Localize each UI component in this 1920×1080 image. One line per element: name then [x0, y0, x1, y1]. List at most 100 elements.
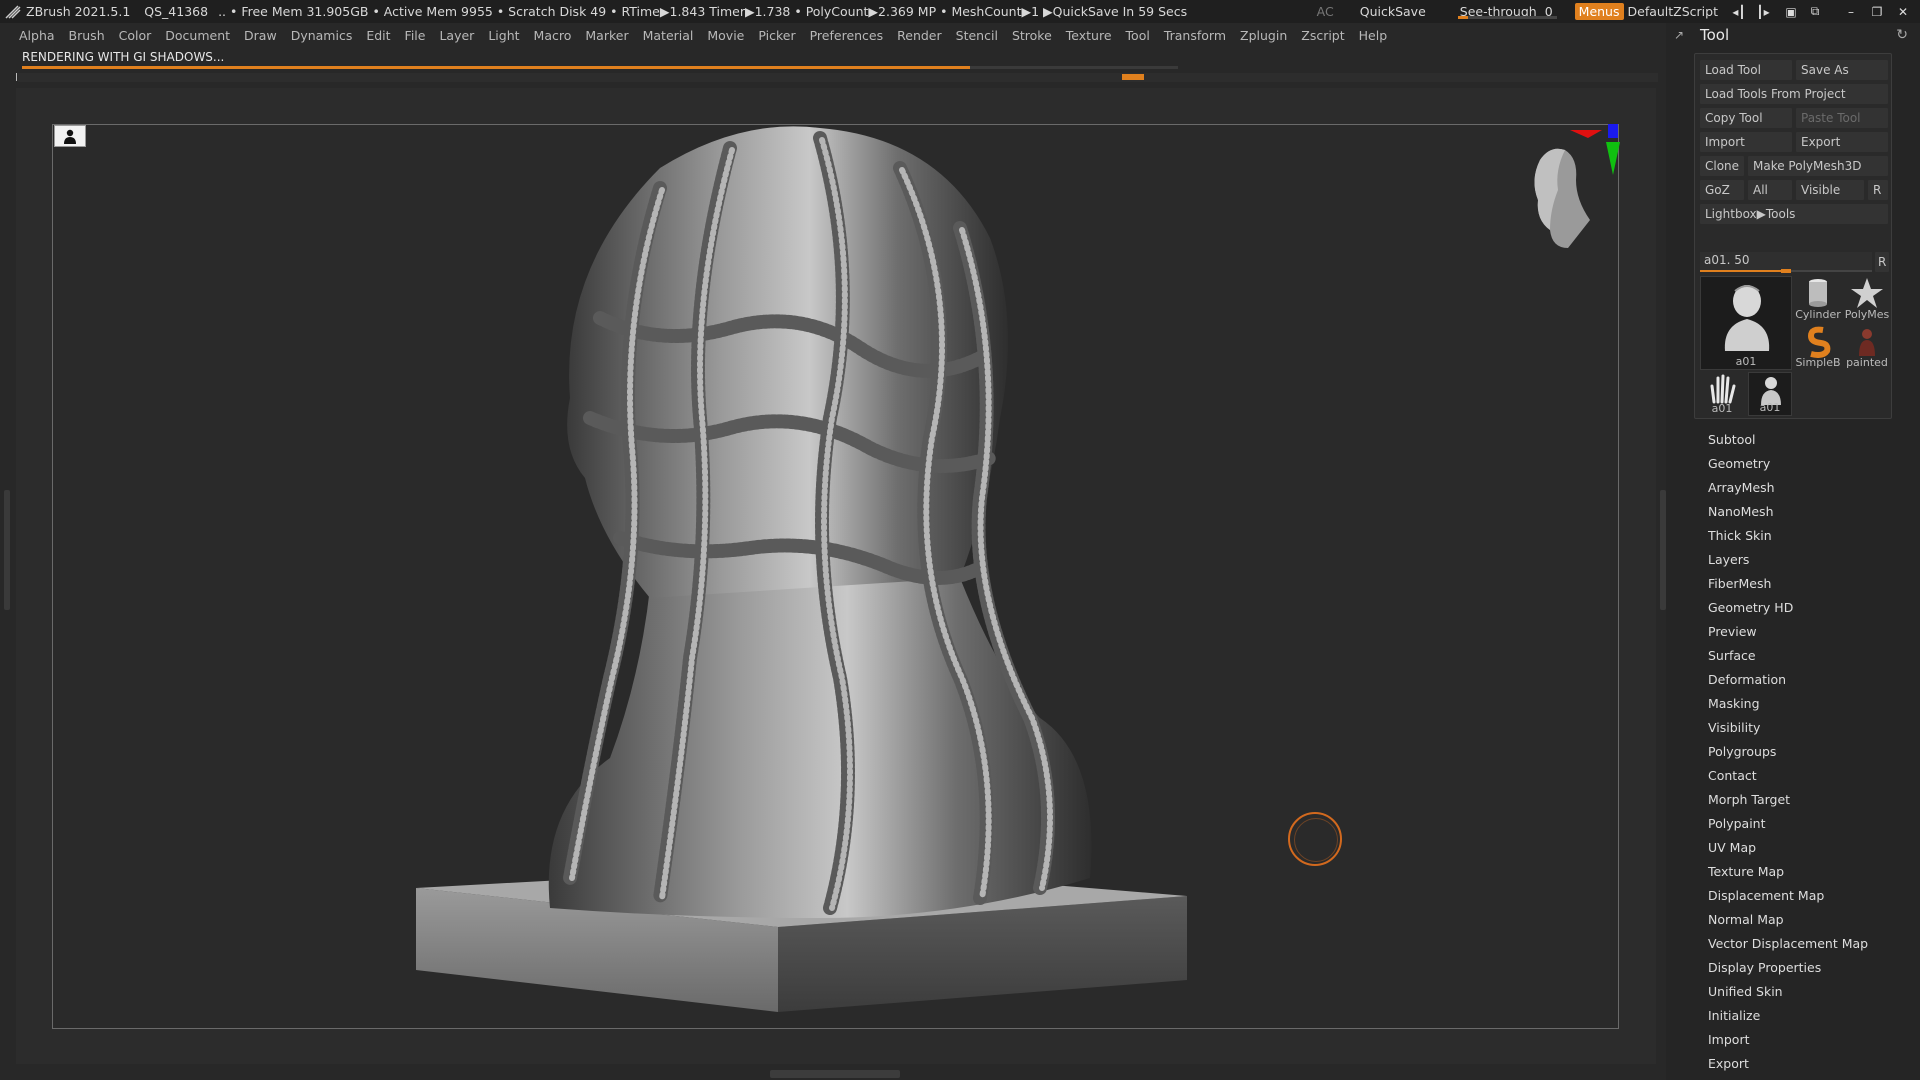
- section-vector-displacement-map[interactable]: Vector Displacement Map: [1708, 932, 1868, 956]
- pin-icon[interactable]: ↗: [1674, 28, 1692, 42]
- bottom-tray-handle[interactable]: [770, 1070, 900, 1078]
- tool-subpalette: Load Tool Save As Load Tools From Projec…: [1694, 53, 1892, 419]
- section-arraymesh[interactable]: ArrayMesh: [1708, 476, 1868, 500]
- menu-tool[interactable]: Tool: [1126, 28, 1150, 43]
- close-icon[interactable]: ✕: [1892, 4, 1914, 20]
- menu-document[interactable]: Document: [165, 28, 230, 43]
- section-surface[interactable]: Surface: [1708, 644, 1868, 668]
- tray-left-icon[interactable]: ◂┃: [1728, 4, 1750, 20]
- section-polygroups[interactable]: Polygroups: [1708, 740, 1868, 764]
- menu-file[interactable]: File: [405, 28, 426, 43]
- menu-help[interactable]: Help: [1359, 28, 1388, 43]
- layout-icon[interactable]: ▣: [1780, 4, 1802, 20]
- tool-thumb-simplebrush[interactable]: SimpleB: [1795, 324, 1841, 370]
- goz-visible-button[interactable]: Visible: [1796, 180, 1864, 200]
- import-button[interactable]: Import: [1700, 132, 1792, 152]
- section-display-properties[interactable]: Display Properties: [1708, 956, 1868, 980]
- section-geometry-hd[interactable]: Geometry HD: [1708, 596, 1868, 620]
- menu-dynamics[interactable]: Dynamics: [291, 28, 353, 43]
- make-polymesh3d-button[interactable]: Make PolyMesh3D: [1748, 156, 1888, 176]
- goz-r-button[interactable]: R: [1868, 180, 1888, 200]
- tray-right-icon[interactable]: ┃▸: [1752, 4, 1774, 20]
- restore-icon[interactable]: ❐: [1866, 4, 1888, 20]
- tool-thumb-cylinder[interactable]: Cylinder: [1795, 276, 1841, 322]
- save-as-button[interactable]: Save As: [1796, 60, 1888, 80]
- menu-movie[interactable]: Movie: [707, 28, 744, 43]
- navigation-gizmo[interactable]: [1510, 120, 1630, 260]
- left-tray-handle[interactable]: [4, 490, 10, 610]
- goz-button[interactable]: GoZ: [1700, 180, 1744, 200]
- menu-stroke[interactable]: Stroke: [1012, 28, 1052, 43]
- section-export[interactable]: Export: [1708, 1052, 1868, 1076]
- menu-zscript[interactable]: Zscript: [1301, 28, 1344, 43]
- tool-thumb-a01-main[interactable]: a01: [1700, 276, 1792, 370]
- section-nanomesh[interactable]: NanoMesh: [1708, 500, 1868, 524]
- section-morph-target[interactable]: Morph Target: [1708, 788, 1868, 812]
- section-masking[interactable]: Masking: [1708, 692, 1868, 716]
- perspective-toggle[interactable]: [54, 125, 86, 147]
- tool-slider[interactable]: a01. 50: [1700, 252, 1872, 273]
- section-normal-map[interactable]: Normal Map: [1708, 908, 1868, 932]
- render-status-text: RENDERING WITH GI SHADOWS...: [22, 50, 225, 64]
- section-texture-map[interactable]: Texture Map: [1708, 860, 1868, 884]
- menu-brush[interactable]: Brush: [69, 28, 105, 43]
- menu-transform[interactable]: Transform: [1164, 28, 1226, 43]
- slider-r-button[interactable]: R: [1875, 252, 1889, 272]
- section-deformation[interactable]: Deformation: [1708, 668, 1868, 692]
- menus-toggle[interactable]: Menus: [1574, 3, 1624, 20]
- menu-alpha[interactable]: Alpha: [19, 28, 55, 43]
- refresh-icon[interactable]: ↻: [1896, 27, 1908, 43]
- section-displacement-map[interactable]: Displacement Map: [1708, 884, 1868, 908]
- paste-tool-button[interactable]: Paste Tool: [1796, 108, 1888, 128]
- section-preview[interactable]: Preview: [1708, 620, 1868, 644]
- tool-thumb-painted[interactable]: painted: [1843, 324, 1891, 370]
- lightbox-tools-button[interactable]: Lightbox▶Tools: [1700, 204, 1888, 224]
- menu-color[interactable]: Color: [119, 28, 152, 43]
- menu-edit[interactable]: Edit: [366, 28, 390, 43]
- minimize-icon[interactable]: –: [1840, 4, 1862, 20]
- tool-thumb-polymesh[interactable]: PolyMes: [1843, 276, 1891, 322]
- tool-thumb-bust-label: a01: [1759, 401, 1781, 414]
- section-subtool[interactable]: Subtool: [1708, 428, 1868, 452]
- menu-preferences[interactable]: Preferences: [810, 28, 884, 43]
- section-layers[interactable]: Layers: [1708, 548, 1868, 572]
- menu-picker[interactable]: Picker: [758, 28, 795, 43]
- menu-texture[interactable]: Texture: [1066, 28, 1112, 43]
- section-import[interactable]: Import: [1708, 1028, 1868, 1052]
- load-tool-button[interactable]: Load Tool: [1700, 60, 1792, 80]
- clone-button[interactable]: Clone: [1700, 156, 1744, 176]
- menu-draw[interactable]: Draw: [244, 28, 277, 43]
- menu-light[interactable]: Light: [488, 28, 519, 43]
- menu-material[interactable]: Material: [643, 28, 694, 43]
- default-zscript-button[interactable]: DefaultZScript: [1628, 4, 1719, 19]
- quicksave-button[interactable]: QuickSave: [1360, 4, 1426, 19]
- menu-marker[interactable]: Marker: [585, 28, 628, 43]
- copy-tool-button[interactable]: Copy Tool: [1700, 108, 1792, 128]
- menu-render[interactable]: Render: [897, 28, 942, 43]
- section-fibermesh[interactable]: FiberMesh: [1708, 572, 1868, 596]
- menu-macro[interactable]: Macro: [534, 28, 572, 43]
- section-contact[interactable]: Contact: [1708, 764, 1868, 788]
- export-button[interactable]: Export: [1796, 132, 1888, 152]
- windows-icon[interactable]: ⧉: [1804, 4, 1826, 20]
- tool-palette: ↗ Tool ↻ Load Tool Save As Load Tools Fr…: [1666, 23, 1920, 1080]
- section-polypaint[interactable]: Polypaint: [1708, 812, 1868, 836]
- sculpt-model[interactable]: [400, 118, 1220, 1018]
- tool-sections-list: Subtool Geometry ArrayMesh NanoMesh Thic…: [1708, 428, 1868, 1076]
- menu-layer[interactable]: Layer: [439, 28, 474, 43]
- tool-thumb-hand[interactable]: a01: [1700, 372, 1744, 416]
- menu-stencil[interactable]: Stencil: [956, 28, 998, 43]
- menu-zplugin[interactable]: Zplugin: [1240, 28, 1287, 43]
- see-through-slider[interactable]: See-through 0: [1452, 4, 1561, 19]
- section-thick-skin[interactable]: Thick Skin: [1708, 524, 1868, 548]
- load-tools-from-project-button[interactable]: Load Tools From Project: [1700, 84, 1888, 104]
- section-unified-skin[interactable]: Unified Skin: [1708, 980, 1868, 1004]
- tool-slider-knob[interactable]: [1781, 269, 1791, 273]
- section-initialize[interactable]: Initialize: [1708, 1004, 1868, 1028]
- goz-all-button[interactable]: All: [1748, 180, 1792, 200]
- section-visibility[interactable]: Visibility: [1708, 716, 1868, 740]
- tool-thumb-bust[interactable]: a01: [1748, 372, 1792, 416]
- section-geometry[interactable]: Geometry: [1708, 452, 1868, 476]
- section-uv-map[interactable]: UV Map: [1708, 836, 1868, 860]
- ac-button[interactable]: AC: [1317, 4, 1334, 19]
